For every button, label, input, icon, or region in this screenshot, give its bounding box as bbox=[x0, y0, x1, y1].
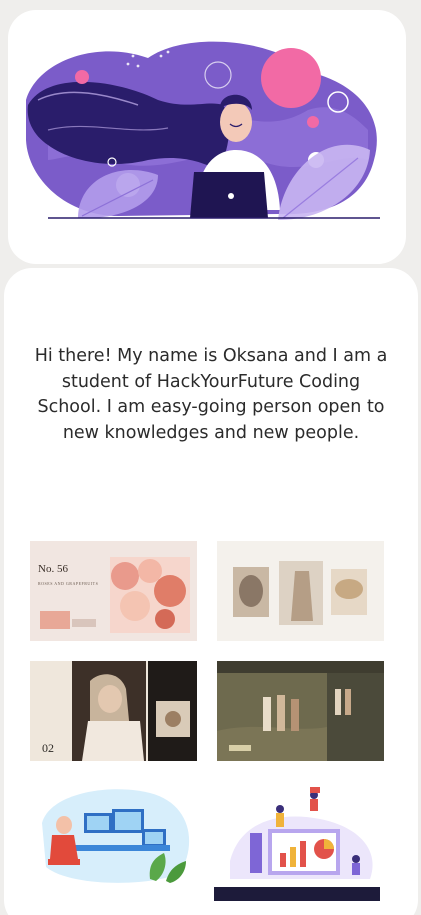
project-title: No. 56 bbox=[38, 563, 68, 575]
woman-reading-thumbnail-image bbox=[30, 661, 197, 761]
flowers-thumbnail-image bbox=[30, 541, 197, 641]
fashion-gallery-thumbnail-image bbox=[217, 541, 384, 641]
project-number: 02 bbox=[42, 741, 54, 755]
intro-text: Hi there! My name is Oksana and I am a s… bbox=[34, 346, 388, 443]
field-walk-thumbnail-image bbox=[217, 661, 384, 761]
about-card: Hi there! My name is Oksana and I am a s… bbox=[4, 268, 418, 915]
portfolio-item[interactable]: 02 bbox=[30, 661, 197, 761]
hero-card bbox=[8, 10, 406, 264]
portfolio-item[interactable] bbox=[210, 781, 384, 901]
portfolio-item[interactable] bbox=[217, 541, 384, 641]
data-analytics-thumbnail-image bbox=[210, 781, 384, 901]
portfolio-item[interactable]: No. 56 ROSES AND GRAPEFRUITS bbox=[30, 541, 197, 641]
developer-workstation-thumbnail-image bbox=[30, 783, 197, 887]
project-subtitle: ROSES AND GRAPEFRUITS bbox=[38, 581, 99, 586]
hero-illustration bbox=[26, 41, 380, 220]
portfolio-item[interactable] bbox=[217, 661, 384, 761]
portfolio-item[interactable] bbox=[30, 783, 197, 887]
